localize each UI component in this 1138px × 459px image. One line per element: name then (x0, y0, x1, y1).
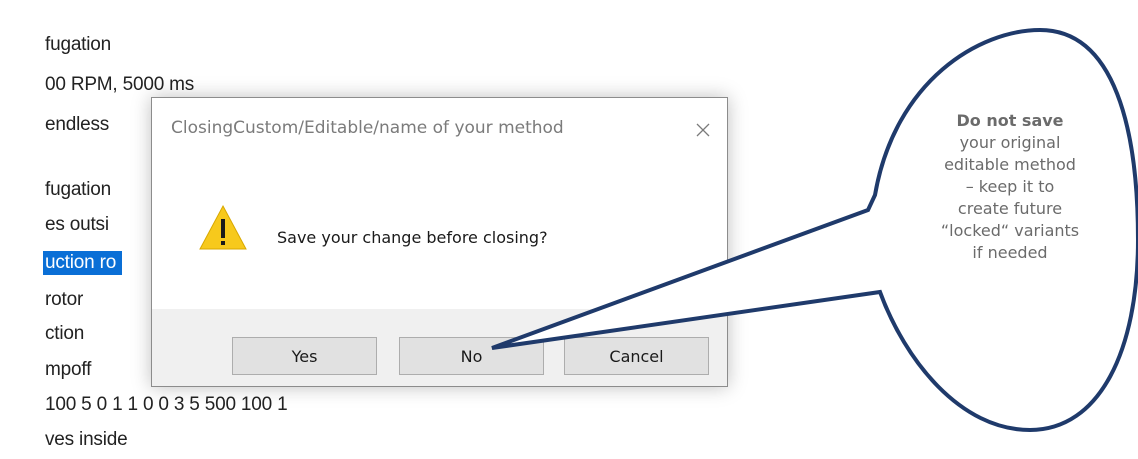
dialog-title: ClosingCustom/Editable/name of your meth… (171, 118, 564, 138)
list-item: mpoff (45, 359, 92, 380)
callout-body-text: your original editable method – keep it … (940, 133, 1080, 262)
dialog-titlebar: ClosingCustom/Editable/name of your meth… (152, 98, 727, 160)
list-item: rotor (45, 289, 84, 310)
list-item: 00 RPM, 5000 ms (45, 74, 195, 95)
yes-button[interactable]: Yes (232, 337, 377, 375)
warning-icon (199, 204, 247, 250)
no-button[interactable]: No (399, 337, 544, 375)
list-item-selected[interactable]: uction ro (43, 251, 123, 275)
save-changes-dialog: ClosingCustom/Editable/name of your meth… (151, 97, 728, 387)
list-item: fugation (45, 179, 112, 200)
list-item: endless (45, 114, 110, 135)
list-item: ves inside (45, 429, 128, 450)
list-item: 100 5 0 1 1 0 0 3 5 500 100 1 (45, 394, 288, 415)
close-button[interactable] (689, 116, 717, 144)
list-item: ction (45, 323, 85, 344)
list-item: es outsi (45, 214, 109, 235)
callout-text: Do not save your original editable metho… (940, 110, 1080, 264)
dialog-content: Save your change before closing? (152, 160, 727, 310)
callout-bold-text: Do not save (956, 111, 1064, 130)
close-icon (696, 123, 710, 137)
list-item: fugation (45, 34, 112, 55)
dialog-message: Save your change before closing? (277, 228, 548, 247)
cancel-button[interactable]: Cancel (564, 337, 709, 375)
